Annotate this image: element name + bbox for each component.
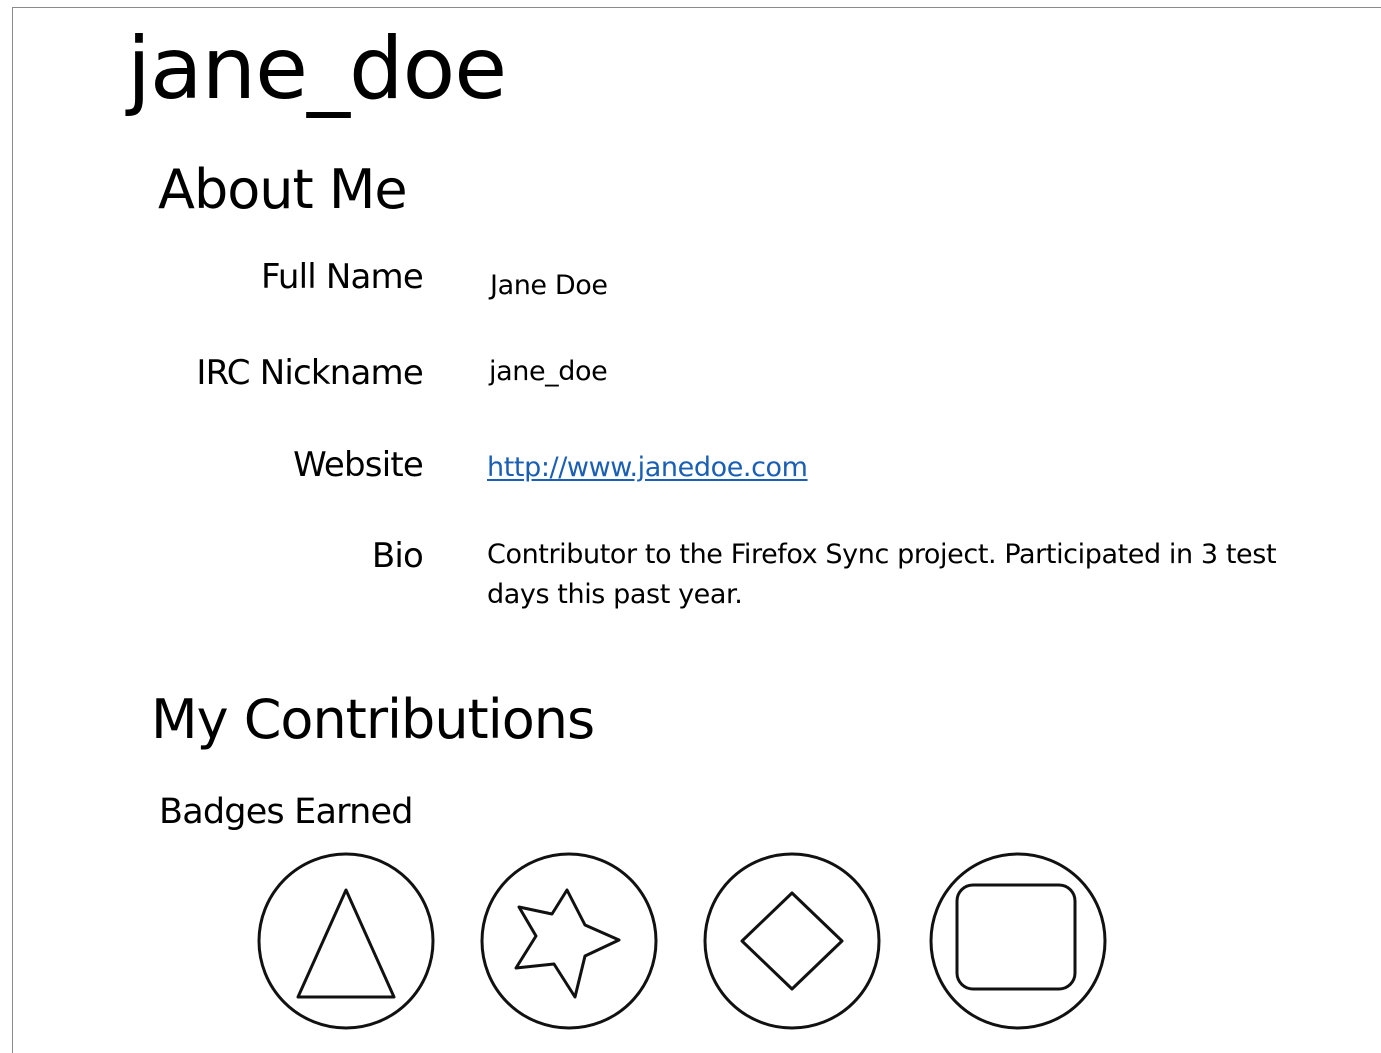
full-name-label: Full Name	[260, 257, 424, 297]
about-me-heading: About Me	[158, 158, 408, 221]
irc-nickname-label: IRC Nickname	[196, 353, 423, 393]
full-name-value: Jane Doe	[490, 270, 608, 301]
badges-earned-label: Badges Earned	[159, 792, 413, 832]
irc-nickname-value: jane_doe	[489, 356, 608, 387]
website-link[interactable]: http://www.janedoe.com	[487, 452, 808, 483]
triangle-badge-icon[interactable]	[255, 850, 437, 1032]
bio-text: Contributor to the Firefox Sync project.…	[487, 539, 1277, 610]
badges-list	[255, 850, 1115, 1035]
square-badge-icon[interactable]	[927, 850, 1109, 1032]
profile-username-title: jane_doe	[127, 19, 507, 119]
diamond-badge-icon[interactable]	[701, 850, 883, 1032]
bio-label: Bio	[371, 536, 424, 576]
my-contributions-heading: My Contributions	[151, 688, 595, 751]
website-label: Website	[293, 445, 424, 485]
star-badge-icon[interactable]	[478, 850, 660, 1032]
